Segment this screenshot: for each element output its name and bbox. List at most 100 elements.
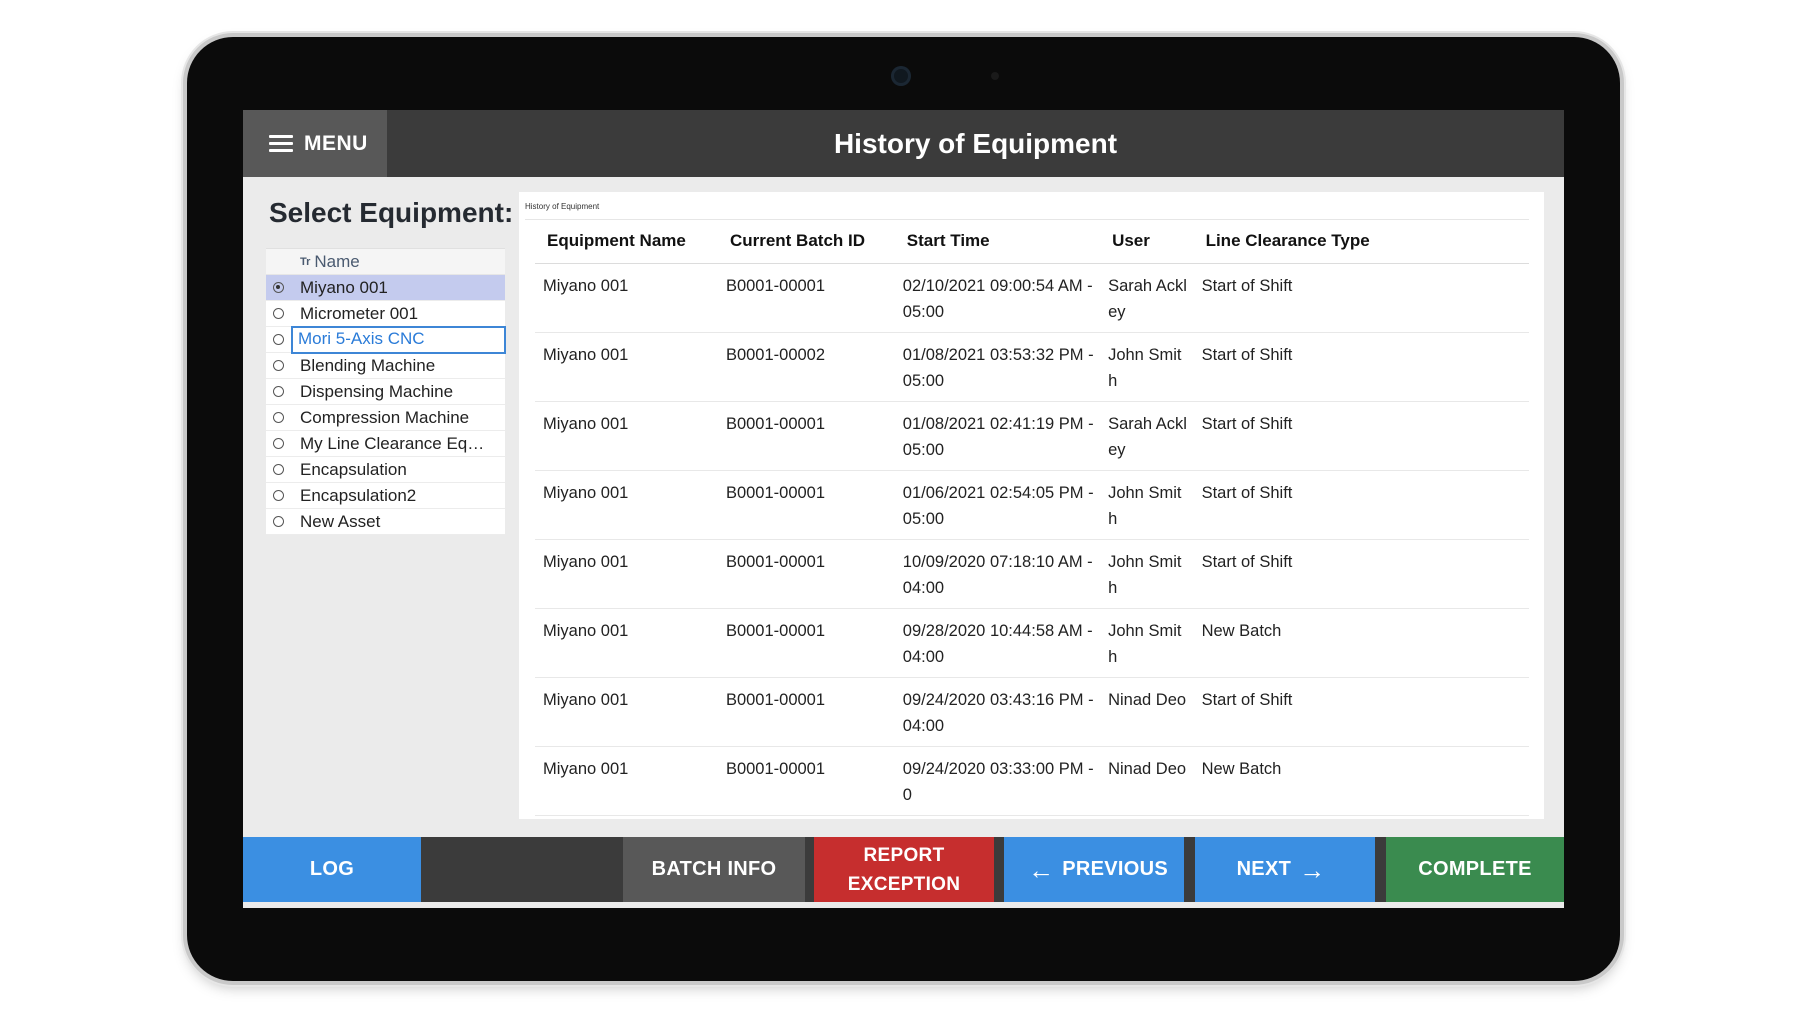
radio-unchecked-icon[interactable]: [273, 360, 284, 371]
table-cell: 01/06/2021 02:54:05 PM -05:00: [894, 470, 1101, 540]
equipment-name: Compression Machine: [300, 407, 470, 427]
table-cell: B0001-00001: [717, 608, 895, 678]
equipment-list-item[interactable]: Mori 5-Axis CNC: [266, 325, 506, 354]
radio-unchecked-icon[interactable]: [273, 412, 284, 423]
app-screen: MENU History of Equipment Select Equipme…: [243, 110, 1564, 908]
table-cell: Miyano 001: [535, 401, 718, 471]
complete-button[interactable]: COMPLETE: [1386, 837, 1564, 902]
equipment-list-item[interactable]: New Asset: [266, 509, 505, 535]
list-column-header[interactable]: Tr Name: [266, 249, 505, 275]
menu-label: MENU: [304, 131, 368, 155]
radio-unchecked-icon[interactable]: [273, 308, 284, 319]
radio-checked-icon[interactable]: [273, 282, 284, 293]
equipment-list-item[interactable]: Dispensing Machine: [266, 379, 505, 405]
equipment-list-item[interactable]: Compression Machine: [266, 405, 505, 431]
equipment-list-item[interactable]: Miyano 001: [266, 275, 505, 301]
bottom-action-bar: LOG BATCH INFO REPORT EXCEPTION ← PREVIOU…: [243, 837, 1564, 902]
radio-unchecked-icon[interactable]: [273, 438, 284, 449]
history-table: Equipment Name Current Batch ID Start Time…: [535, 220, 1529, 816]
table-cell: 10/09/2020 07:18:10 AM -04:00: [894, 539, 1101, 609]
sensor-dot: [991, 72, 999, 80]
column-header[interactable]: Current Batch ID: [717, 220, 895, 264]
table-cell: New Batch: [1193, 746, 1529, 816]
table-cell: B0001-00002: [717, 332, 895, 402]
table-cell: Miyano 001: [535, 470, 718, 540]
table-cell: Start of Shift: [1193, 401, 1529, 471]
table-cell: Miyano 001: [535, 263, 718, 333]
equipment-name: Blending Machine: [300, 355, 436, 375]
table-cell: B0001-00001: [717, 677, 895, 747]
table-row[interactable]: Miyano 001 B0001-00001 09/28/2020 10:44:58…: [535, 608, 1529, 678]
equipment-name: Mori 5-Axis CNC: [291, 325, 506, 354]
report-exception-button[interactable]: REPORT EXCEPTION: [814, 837, 994, 902]
equipment-list-item[interactable]: Blending Machine: [266, 353, 505, 379]
table-cell: Miyano 001: [535, 677, 718, 747]
table-cell: Sarah Ackley: [1100, 263, 1194, 333]
radio-unchecked-icon[interactable]: [273, 490, 284, 501]
table-cell: John Smith: [1100, 470, 1194, 540]
table-cell: New Batch: [1193, 608, 1529, 678]
table-row[interactable]: Miyano 001 B0001-00001 02/10/2021 09:00:54…: [535, 263, 1529, 333]
next-button[interactable]: NEXT →: [1195, 837, 1375, 902]
menu-button[interactable]: MENU: [243, 110, 387, 177]
equipment-name: Encapsulation2: [300, 485, 417, 505]
table-cell: John Smith: [1100, 608, 1194, 678]
app-header: MENU History of Equipment: [243, 110, 1564, 177]
radio-unchecked-icon[interactable]: [273, 516, 284, 527]
column-header[interactable]: Equipment Name: [535, 220, 718, 264]
equipment-list-item[interactable]: Encapsulation: [266, 457, 505, 483]
equipment-list: Tr Name Miyano 001 Micrometer 001 Mori 5-A…: [266, 248, 506, 535]
batch-info-button[interactable]: BATCH INFO: [623, 837, 805, 902]
table-cell: B0001-00001: [717, 746, 895, 816]
log-label: LOG: [309, 858, 355, 880]
report-line-1: REPORT: [863, 844, 945, 866]
table-row[interactable]: Miyano 001 B0001-00001 09/24/2020 03:33:00…: [535, 746, 1529, 816]
equipment-name: New Asset: [300, 511, 381, 531]
equipment-name: Dispensing Machine: [300, 381, 454, 401]
column-header-label: Name: [314, 251, 360, 271]
table-row[interactable]: Miyano 001 B0001-00001 09/24/2020 03:43:16…: [535, 677, 1529, 747]
table-cell: Start of Shift: [1193, 263, 1529, 333]
table-cell: Start of Shift: [1193, 332, 1529, 402]
table-cell: Sarah Ackley: [1100, 401, 1194, 471]
table-row[interactable]: Miyano 001 B0001-00001 10/09/2020 07:18:10…: [535, 539, 1529, 609]
camera-icon: [891, 66, 911, 86]
equipment-name: Micrometer 001: [300, 303, 419, 323]
text-type-icon: Tr: [300, 255, 311, 268]
table-cell: Start of Shift: [1193, 539, 1529, 609]
select-equipment-title: Select Equipment:: [269, 197, 514, 228]
table-row[interactable]: Miyano 001 B0001-00001 01/06/2021 02:54:05…: [535, 470, 1529, 540]
table-cell: Miyano 001: [535, 746, 718, 816]
table-header-row: Equipment Name Current Batch ID Start Time…: [535, 220, 1529, 264]
radio-unchecked-icon[interactable]: [273, 386, 284, 397]
report-line-2: EXCEPTION: [847, 873, 961, 895]
radio-unchecked-icon[interactable]: [273, 334, 284, 345]
column-header[interactable]: Start Time: [894, 220, 1101, 264]
arrow-left-icon: ←: [1027, 854, 1055, 885]
tablet-frame: MENU History of Equipment Select Equipme…: [187, 37, 1620, 981]
table-cell: B0001-00001: [717, 470, 895, 540]
table-cell: Miyano 001: [535, 608, 718, 678]
radio-unchecked-icon[interactable]: [273, 464, 284, 475]
batch-info-label: BATCH INFO: [651, 858, 777, 880]
previous-button[interactable]: ← PREVIOUS: [1004, 837, 1184, 902]
table-cell: John Smith: [1100, 332, 1194, 402]
table-cell: 01/08/2021 02:41:19 PM -05:00: [894, 401, 1101, 471]
table-cell: Start of Shift: [1193, 677, 1529, 747]
table-cell: John Smith: [1100, 539, 1194, 609]
equipment-list-item[interactable]: My Line Clearance Eq…: [266, 431, 505, 457]
table-cell: Start of Shift: [1193, 470, 1529, 540]
equipment-list-item[interactable]: Micrometer 001: [266, 301, 505, 327]
column-header[interactable]: Line Clearance Type: [1193, 220, 1529, 264]
column-header[interactable]: User: [1100, 220, 1194, 264]
table-row[interactable]: Miyano 001 B0001-00001 01/08/2021 02:41:19…: [535, 401, 1529, 471]
previous-label: PREVIOUS: [1062, 858, 1169, 880]
log-button[interactable]: LOG: [243, 837, 421, 902]
hamburger-icon: [269, 135, 293, 152]
table-cell: B0001-00001: [717, 401, 895, 471]
arrow-right-icon: →: [1299, 854, 1326, 885]
equipment-panel: Select Equipment: Tr Name Miyano 001 Micr…: [243, 177, 515, 837]
table-cell: 01/08/2021 03:53:32 PM -05:00: [894, 332, 1101, 402]
equipment-list-item[interactable]: Encapsulation2: [266, 483, 505, 509]
table-row[interactable]: Miyano 001 B0001-00002 01/08/2021 03:53:32…: [535, 332, 1529, 402]
